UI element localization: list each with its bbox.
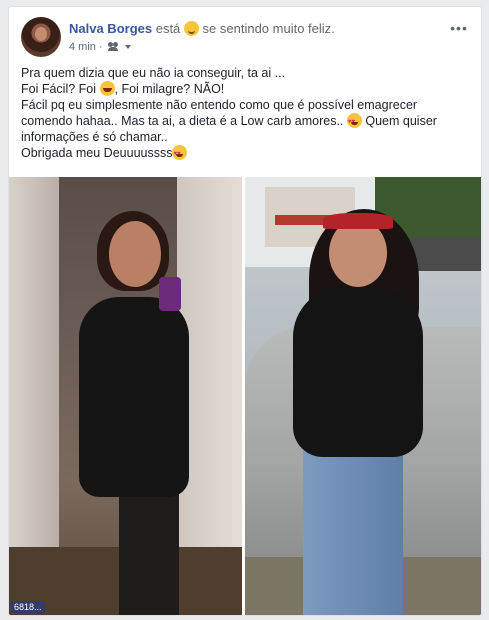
chevron-down-icon[interactable] (124, 45, 131, 49)
photo-watermark: 6818... (11, 601, 45, 613)
avatar-face (35, 27, 47, 41)
heart-eyes-icon (172, 145, 188, 162)
laughing-face-icon (99, 81, 115, 96)
post-line-2-part-b: , Foi milagre? NÃO! (114, 82, 225, 96)
figure-legs (119, 477, 179, 615)
figure-legs (303, 447, 403, 615)
post-line-2-part-a: Foi Fácil? Foi (21, 82, 97, 96)
author-name-link[interactable]: Nalva Borges (69, 21, 152, 36)
post-photo[interactable]: 6818... (9, 177, 481, 615)
post-line-6-text: Obrigada meu Deuuuussss (21, 146, 173, 160)
figure-body (293, 287, 423, 457)
author-avatar[interactable] (21, 17, 61, 57)
post-line-4-part-a: comendo hahaa.. Mas ta ai, a dieta é a L… (21, 114, 344, 128)
more-options-button[interactable]: ••• (449, 21, 469, 35)
post-line-3: Fácil pq eu simplesmente não entendo com… (21, 98, 418, 112)
status-verb: está (155, 21, 181, 36)
figure-body (79, 297, 189, 497)
post-message: Pra quem dizia que eu não ia conseguir, … (21, 65, 469, 162)
post-line-6: Obrigada meu Deuuuussss (21, 145, 469, 162)
post-line-1: Pra quem dizia que eu não ia conseguir, … (21, 66, 286, 80)
smiling-face-icon (183, 21, 199, 36)
phone (159, 277, 181, 311)
post-meta: 4 min · (69, 41, 131, 53)
post-timestamp[interactable]: 4 min (69, 41, 96, 53)
post-card: Nalva Borges está se sentindo muito feli… (8, 6, 482, 616)
post-line-4: comendo hahaa.. Mas ta ai, a dieta é a L… (21, 113, 469, 130)
post-line-4-part-b: Quem quiser (365, 114, 437, 128)
author-line: Nalva Borges está se sentindo muito feli… (69, 21, 335, 36)
photo-right-panel (245, 177, 481, 615)
figure-head (109, 221, 161, 287)
post-header: Nalva Borges está se sentindo muito feli… (21, 17, 469, 61)
heart-eyes-icon (346, 113, 362, 130)
meta-separator: · (98, 41, 103, 53)
friends-icon[interactable] (107, 42, 120, 51)
figure-head (329, 219, 387, 287)
photo-left-panel: 6818... (9, 177, 242, 615)
post-line-5: informações é só chamar.. (21, 130, 168, 144)
post-line-2: Foi Fácil? Foi , Foi milagre? NÃO! (21, 81, 469, 97)
feeling-text[interactable]: se sentindo muito feliz. (203, 21, 335, 36)
red-hair-streak (323, 213, 393, 229)
